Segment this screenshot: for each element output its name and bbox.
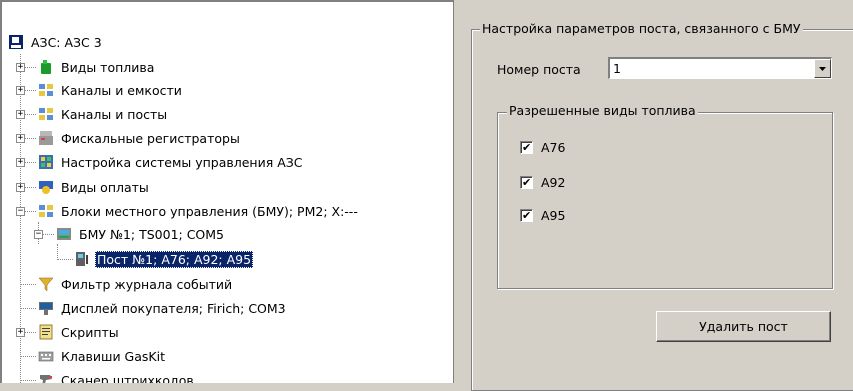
channel-icon (39, 205, 53, 217)
expand-button[interactable]: + (16, 86, 25, 95)
tree-item-channels-tanks[interactable]: Каналы и емкости (38, 79, 184, 101)
post-number-select[interactable]: 1 (608, 57, 832, 79)
tree-item-label: Сканер штрихкодов (61, 372, 194, 384)
tree-item-control-system[interactable]: Настройка системы управления АЗС (38, 151, 305, 173)
expand-button[interactable]: + (16, 158, 25, 167)
post-settings-title: Настройка параметров поста, связанного с… (480, 21, 803, 36)
display-icon (39, 302, 53, 315)
tree-item-label: Скрипты (61, 324, 119, 340)
chevron-down-icon (819, 66, 826, 71)
collapse-button[interactable]: − (34, 230, 43, 239)
tree-item-label: Дисплей покупателя; Firich; COM3 (61, 300, 286, 316)
tree-item-label: БМУ №1; TS001; COM5 (79, 226, 225, 242)
dropdown-button[interactable] (814, 59, 831, 78)
delete-post-button[interactable]: Удалить пост (656, 311, 831, 342)
tree-item-label: Каналы и посты (61, 106, 168, 122)
tree-item-payment-types[interactable]: Виды оплаты (38, 176, 151, 198)
expand-button[interactable]: + (16, 134, 25, 143)
channel-icon (39, 84, 53, 96)
tree-item-label: Фильтр журнала событий (61, 276, 233, 292)
fuel-checkbox-a76[interactable]: ✔ А76 (520, 140, 565, 155)
keyboard-icon (38, 351, 54, 362)
filter-icon (38, 277, 54, 292)
script-icon (39, 324, 53, 340)
allowed-fuels-title: Разрешенные виды топлива (507, 103, 698, 118)
tree-item-local-control-units[interactable]: Блоки местного управления (БМУ); РМ2; X:… (38, 200, 360, 222)
expand-button[interactable]: + (16, 328, 25, 337)
fuel-can-icon (41, 60, 51, 74)
tree-item-gaskit-keys[interactable]: Клавиши GasKit (38, 345, 167, 367)
tree-root[interactable]: АЗС: АЗС 3 (8, 31, 104, 53)
channel-icon (39, 108, 53, 120)
tree-item-customer-display[interactable]: Дисплей покупателя; Firich; COM3 (38, 297, 288, 319)
tree-item-label: Фискальные регистраторы (61, 130, 240, 146)
post-number-value: 1 (613, 61, 621, 76)
post-number-label: Номер поста (497, 62, 581, 77)
expand-button[interactable]: + (16, 183, 25, 192)
expand-button[interactable]: + (16, 63, 25, 72)
tree-item-label: Виды топлива (61, 59, 155, 75)
payment-icon (39, 181, 53, 194)
cash-register-icon (39, 131, 53, 145)
tree-item-label: Виды оплаты (61, 179, 149, 195)
tree-item-fuel-types[interactable]: Виды топлива (38, 56, 156, 78)
tree-root-label: АЗС: АЗС 3 (31, 34, 102, 50)
fuel-label: А92 (541, 175, 566, 190)
fuel-checkbox-a92[interactable]: ✔ А92 (520, 175, 565, 190)
tree-item-post-1[interactable]: Пост №1; А76; А92; А95 (74, 248, 254, 270)
tree-item-label: Настройка системы управления АЗС (61, 154, 303, 170)
control-panel-icon (39, 155, 53, 169)
collapse-button[interactable]: − (16, 207, 25, 216)
terminal-icon (57, 228, 71, 240)
expand-button[interactable]: + (16, 110, 25, 119)
tree-item-bmu-1[interactable]: БМУ №1; TS001; COM5 (56, 223, 226, 245)
fuel-station-icon (9, 35, 23, 49)
check-icon: ✔ (522, 141, 532, 154)
tree-item-event-filter[interactable]: Фильтр журнала событий (38, 273, 234, 295)
tree-item-label: Пост №1; А76; А92; А95 (95, 250, 254, 268)
fuel-label: А95 (541, 208, 566, 223)
tree-item-label: Каналы и емкости (61, 82, 182, 98)
checkbox[interactable]: ✔ (520, 209, 533, 222)
check-icon: ✔ (522, 176, 532, 189)
tree-item-barcode-scanner[interactable]: Сканер штрихкодов (38, 369, 196, 383)
tree-item-label: Блоки местного управления (БМУ); РМ2; X:… (61, 203, 358, 219)
tree-item-label: Клавиши GasKit (61, 348, 165, 364)
checkbox[interactable]: ✔ (520, 176, 533, 189)
fuel-checkbox-a95[interactable]: ✔ А95 (520, 208, 565, 223)
tree-item-scripts[interactable]: Скрипты (38, 321, 121, 343)
checkbox[interactable]: ✔ (520, 141, 533, 154)
allowed-fuels-group (497, 112, 833, 289)
barcode-scanner-icon (40, 375, 52, 383)
check-icon: ✔ (522, 209, 532, 222)
fuel-dispenser-icon (76, 252, 88, 266)
object-tree[interactable]: + + + + + + − − + АЗС: АЗС 3 Виды топлив… (0, 0, 454, 383)
fuel-label: А76 (541, 140, 566, 155)
tree-item-fiscal-registers[interactable]: Фискальные регистраторы (38, 127, 242, 149)
tree-item-channels-posts[interactable]: Каналы и посты (38, 103, 169, 125)
